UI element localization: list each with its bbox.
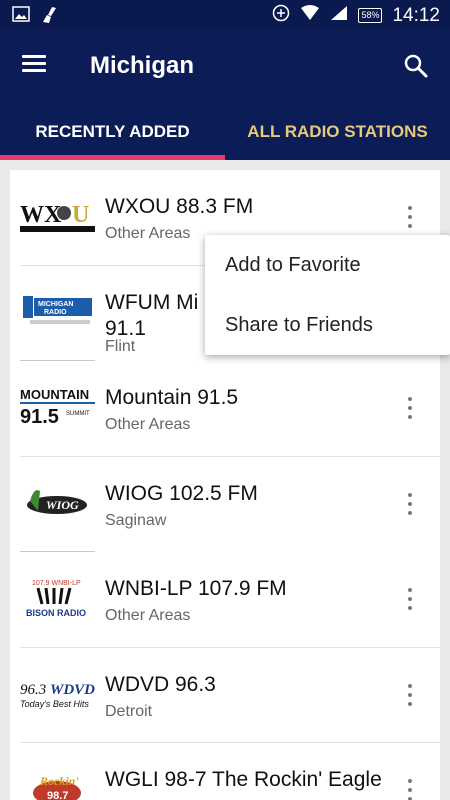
station-name: Mountain 91.5 [105, 386, 239, 409]
app-bar: Michigan RECENTLY ADDED ALL RADIO STATIO… [0, 30, 450, 160]
signal-icon [330, 5, 348, 26]
station-area: Flint [105, 337, 136, 355]
status-bar: 58% 14:12 [0, 0, 450, 30]
station-logo: 107.9 WNBI-LP BISON RADIO [20, 572, 95, 624]
svg-text:BISON RADIO: BISON RADIO [26, 608, 86, 618]
svg-text:WX: WX [20, 202, 62, 228]
svg-text:WIOG: WIOG [46, 498, 79, 512]
menu-icon-line [22, 62, 46, 65]
list-item[interactable]: MOUNTAIN 91.5 SUMMIT Mountain 91.5 Other… [10, 361, 440, 457]
svg-text:Today's Best Hits: Today's Best Hits [20, 699, 89, 709]
more-options-button[interactable] [402, 683, 418, 706]
clean-icon [40, 6, 58, 29]
station-name: WIOG 102.5 FM [105, 481, 258, 505]
svg-text:Rockin': Rockin' [39, 774, 79, 788]
more-options-button[interactable] [402, 492, 418, 515]
search-icon [404, 54, 428, 78]
svg-text:98.7: 98.7 [47, 790, 68, 800]
station-name: WNBI-LP 107.9 FM [105, 577, 287, 600]
page-title: Michigan [90, 52, 195, 79]
station-logo: WIOG [20, 477, 95, 529]
station-logo: Rockin' 98.7 [20, 763, 95, 800]
more-options-button[interactable] [402, 779, 418, 800]
menu-icon-line [22, 69, 46, 72]
svg-text:SUMMIT: SUMMIT [66, 411, 90, 417]
wifi-icon [300, 5, 320, 26]
svg-text:U: U [72, 202, 89, 228]
data-saver-icon [272, 4, 290, 27]
list-item[interactable]: WIOG WIOG 102.5 FM Saginaw [10, 457, 440, 552]
station-logo: MOUNTAIN 91.5 SUMMIT [20, 381, 95, 433]
station-area: Detroit [105, 702, 153, 720]
station-area: Other Areas [105, 607, 191, 624]
station-logo: WX U [20, 190, 95, 242]
station-area: Other Areas [105, 225, 191, 242]
svg-text:WDVD: WDVD [50, 682, 95, 698]
share-to-friends-item[interactable]: Share to Friends [205, 295, 450, 355]
add-to-favorite-item[interactable]: Add to Favorite [205, 235, 450, 295]
image-icon [12, 6, 30, 29]
station-name: WGLI 98-7 The Rockin' Eagle [105, 768, 382, 791]
station-name: WXOU 88.3 FM [105, 195, 254, 218]
menu-button[interactable] [20, 52, 50, 78]
more-options-button[interactable] [402, 206, 418, 228]
station-area: Saginaw [105, 511, 167, 529]
clock: 14:12 [392, 4, 440, 26]
more-options-button[interactable] [402, 397, 418, 419]
station-logo: MICHIGAN RADIO [20, 286, 95, 338]
svg-text:91.5: 91.5 [20, 406, 59, 428]
svg-text:MICHIGAN: MICHIGAN [38, 301, 73, 308]
svg-text:RADIO: RADIO [44, 309, 67, 316]
battery-icon: 58% [358, 8, 383, 23]
tab-indicator [0, 155, 225, 160]
station-logo: 96.3 WDVD Today's Best Hits [20, 668, 95, 720]
more-options-button[interactable] [402, 588, 418, 610]
tab-recently-added[interactable]: RECENTLY ADDED [0, 112, 225, 160]
svg-text:MOUNTAIN: MOUNTAIN [20, 387, 89, 402]
tab-all-radio-stations[interactable]: ALL RADIO STATIONS [225, 112, 450, 160]
station-area: Other Areas [105, 416, 191, 433]
svg-text:107.9 WNBI-LP: 107.9 WNBI-LP [32, 580, 81, 587]
search-button[interactable] [402, 52, 430, 80]
tab-bar: RECENTLY ADDED ALL RADIO STATIONS [0, 112, 450, 160]
menu-icon [22, 55, 46, 58]
list-item[interactable]: 107.9 WNBI-LP BISON RADIO WNBI-LP 107.9 … [10, 552, 440, 648]
svg-text:96.3: 96.3 [20, 682, 46, 698]
list-item[interactable]: Rockin' 98.7 WGLI 98-7 The Rockin' Eagle [10, 743, 440, 800]
context-menu: Add to Favorite Share to Friends [205, 235, 450, 355]
list-item[interactable]: 96.3 WDVD Today's Best Hits WDVD 96.3 De… [10, 648, 440, 743]
station-name: WDVD 96.3 [105, 672, 216, 696]
